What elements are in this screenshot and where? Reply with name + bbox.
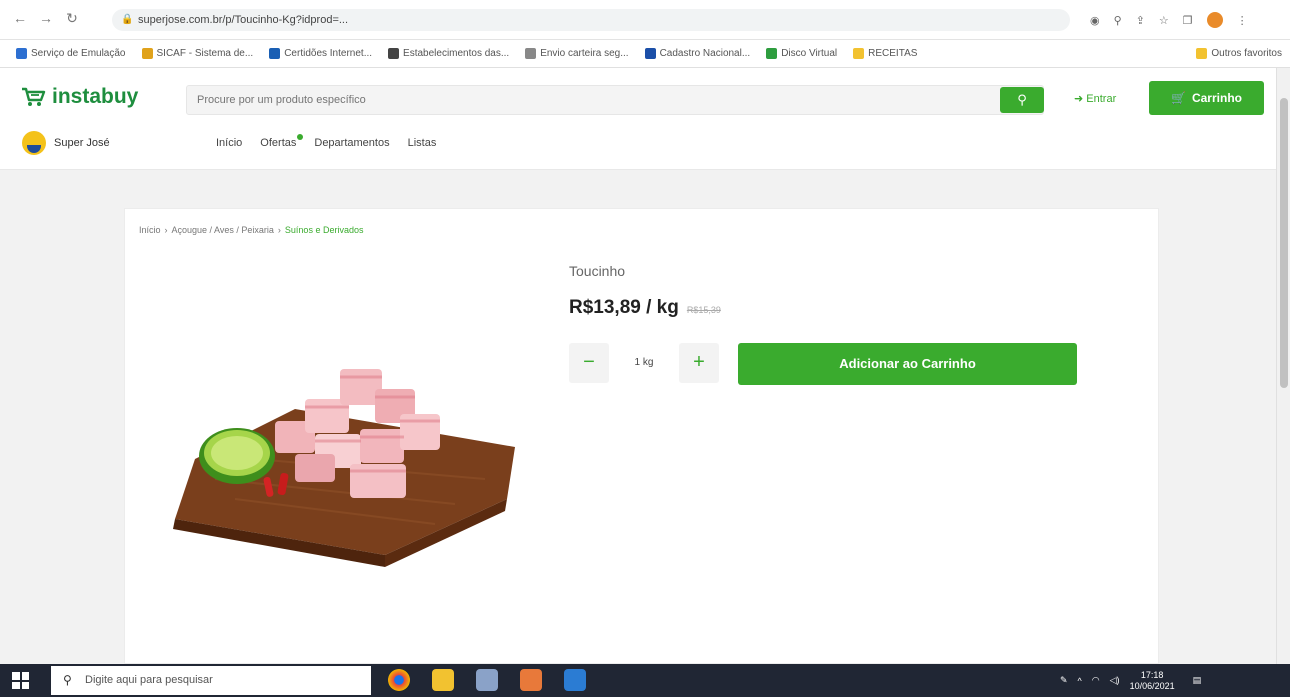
taskbar-apps [388,669,586,691]
bookmark-folder-other[interactable]: Outros favoritos [1196,48,1282,59]
bookmark-folder[interactable]: RECEITAS [853,48,917,59]
extension-icon[interactable]: ◉ [1090,14,1100,27]
bookmark-item[interactable]: Certidões Internet... [269,48,372,59]
minus-icon: − [583,351,595,373]
new-badge-dot [297,134,304,140]
product-price: R$13,89 / kg R$15,39 [569,297,721,319]
profile-avatar[interactable] [1206,12,1223,28]
old-price: R$15,39 [686,305,721,315]
site-header: instabuy ⚲ ➜ Entrar 🛒 Carrinho Super Jos… [0,68,1276,170]
nav-item-departamentos[interactable]: Departamentos [314,137,389,149]
nav-item-inicio[interactable]: Início [216,137,242,149]
store-avatar [22,131,46,155]
breadcrumb: Início › Açougue / Aves / Peixaria › Suínos … [139,225,364,235]
nav-item-listas[interactable]: Listas [408,137,437,149]
url-text: superjose.com.br/p/Toucinho-Kg?idprod=..… [138,14,349,26]
add-to-cart-button[interactable]: Adicionar ao Carrinho [738,343,1077,385]
current-price: R$13,89 / kg [569,297,679,318]
tray-chevron-icon[interactable]: ^ [1078,676,1082,686]
cart-icon: 🛒 [1171,91,1186,105]
breadcrumb-current[interactable]: Suínos e Derivados [285,225,364,235]
pen-icon[interactable]: ✎ [1060,675,1068,686]
windows-taskbar: ⚲ Digite aqui para pesquisar ✎ ^ ◠ ◁) 17… [0,664,1290,697]
document-icon[interactable] [564,669,586,691]
page-scrollbar[interactable] [1276,68,1290,664]
reload-icon[interactable]: ↻ [64,10,80,26]
bookmark-item[interactable]: Envio carteira seg... [525,48,629,59]
login-link[interactable]: ➜ Entrar [1074,92,1116,105]
cart-button[interactable]: 🛒 Carrinho [1149,81,1264,115]
login-icon: ➜ [1074,93,1084,105]
search-icon: ⚲ [63,673,72,687]
bookmark-item[interactable]: Estabelecimentos das... [388,48,509,59]
back-icon[interactable]: ← [12,10,28,26]
notifications-icon[interactable]: ▤ [1193,675,1202,686]
plus-icon: + [693,351,705,373]
taskbar-search[interactable]: ⚲ Digite aqui para pesquisar [51,666,371,695]
product-name: Toucinho [569,263,626,279]
store-selector[interactable]: Super José [22,131,110,155]
bookmarks-bar: Serviço de Emulação SICAF - Sistema de..… [0,40,1290,68]
main-nav: Início Ofertas Departamentos Listas [216,134,437,149]
search-button[interactable]: ⚲ [1000,87,1044,113]
search-icon: ⚲ [1017,92,1027,107]
bookmark-item[interactable]: Serviço de Emulação [16,48,126,59]
quantity-decrease-button[interactable]: − [569,343,609,383]
bookmark-item[interactable]: Disco Virtual [766,48,837,59]
share-icon[interactable]: ⇪ [1136,14,1145,27]
product-card: Início › Açougue / Aves / Peixaria › Suínos … [124,208,1159,664]
forward-icon[interactable]: → [38,10,54,26]
chrome-icon[interactable] [388,669,410,691]
wifi-icon[interactable]: ◠ [1092,675,1100,686]
cart-logo-icon [22,87,46,106]
bookmark-item[interactable]: Cadastro Nacional... [644,48,750,59]
system-tray: ✎ ^ ◠ ◁) 17:18 10/06/2021 ▤ [1060,664,1201,697]
star-icon[interactable]: ☆ [1159,14,1169,27]
breadcrumb-item[interactable]: Açougue / Aves / Peixaria [172,225,274,235]
zoom-icon[interactable]: ⚲ [1114,14,1122,27]
volume-icon[interactable]: ◁) [1110,675,1120,686]
windows-start-icon[interactable] [12,672,29,689]
search-box [186,85,1044,115]
bookmark-item[interactable]: SICAF - Sistema de... [141,48,253,59]
quantity-value[interactable]: 1 kg [619,343,669,383]
instabuy-logo[interactable]: instabuy [20,85,138,109]
scroll-thumb[interactable] [1280,98,1288,388]
taskbar-clock[interactable]: 17:18 10/06/2021 [1130,670,1175,692]
nav-item-ofertas[interactable]: Ofertas [260,134,304,149]
breadcrumb-item[interactable]: Início [139,225,161,235]
product-image [173,369,515,567]
file-explorer-icon[interactable] [432,669,454,691]
lock-icon: 🔒 [121,14,134,25]
extension-icons: ◉ ⚲ ⇪ ☆ ❐ ⋮ [1090,11,1248,29]
browser-toolbar: ← → ↻ 🔒 superjose.com.br/p/Toucinho-Kg?i… [0,0,1290,40]
app-icon[interactable] [476,669,498,691]
address-bar[interactable]: 🔒 superjose.com.br/p/Toucinho-Kg?idprod=… [112,9,1070,31]
menu-icon[interactable]: ⋮ [1237,14,1248,27]
tab-icon[interactable]: ❐ [1183,14,1193,27]
active-app-icon[interactable] [520,669,542,691]
search-input[interactable] [187,86,987,114]
quantity-increase-button[interactable]: + [679,343,719,383]
